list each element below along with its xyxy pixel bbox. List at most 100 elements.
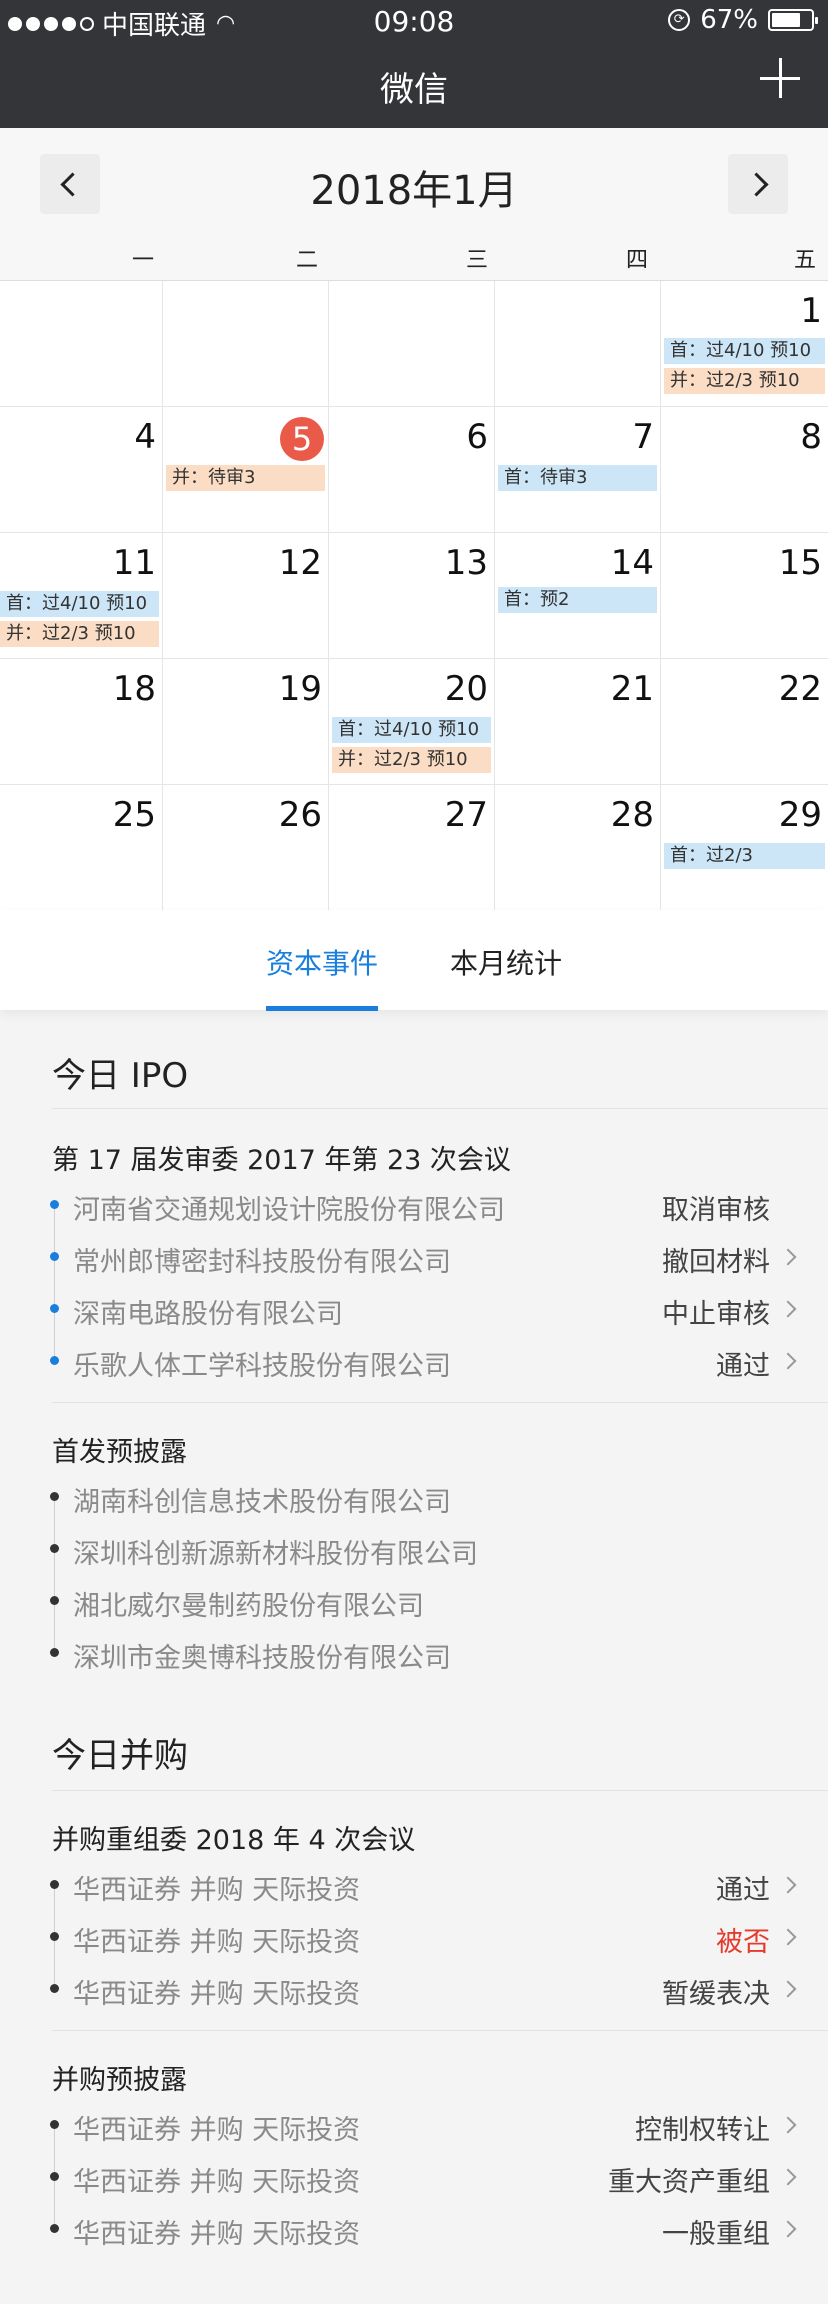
group-title-pre-disclosure: 首发预披露: [52, 1437, 187, 1468]
section-title-ipo: 今日 IPO: [52, 1056, 189, 1096]
event-tag: 首：过2/3: [664, 843, 825, 869]
list-item[interactable]: 湘北威尔曼制药股份有限公司: [0, 1576, 828, 1628]
list-item[interactable]: 华西证券 并购 天际投资 重大资产重组: [0, 2152, 828, 2204]
rotation-lock-icon: ⟳: [668, 9, 691, 31]
calendar-cell[interactable]: 12: [163, 533, 329, 659]
calendar-cell[interactable]: 25: [0, 785, 163, 911]
day-number: 4: [134, 417, 156, 457]
group-title-mna-pre-disclosure: 并购预披露: [52, 2065, 187, 2096]
today-badge: 5: [280, 417, 324, 461]
calendar-cell[interactable]: 20 首：过4/10 预10 并：过2/3 预10: [329, 659, 495, 785]
list-item[interactable]: 华西证券 并购 天际投资 被否: [0, 1912, 828, 1964]
deal-type: 一般重组: [662, 2219, 770, 2250]
calendar-cell[interactable]: 27: [329, 785, 495, 911]
nav-title: 微信: [380, 70, 448, 110]
calendar-cell[interactable]: 1 首：过4/10 预10 并：过2/3 预10: [661, 281, 828, 407]
review-status: 暂缓表决: [662, 1979, 770, 2010]
bullet-dot: [50, 2120, 59, 2129]
list-item[interactable]: 湖南科创信息技术股份有限公司: [0, 1472, 828, 1524]
list-item[interactable]: 深南电路股份有限公司 中止审核: [0, 1284, 828, 1336]
day-number: 26: [278, 795, 322, 835]
list-item[interactable]: 深圳科创新源新材料股份有限公司: [0, 1524, 828, 1576]
event-tag: 首：过4/10 预10: [332, 717, 491, 743]
deal-name: 华西证券 并购 天际投资: [73, 2219, 361, 2250]
list-item[interactable]: 河南省交通规划设计院股份有限公司 取消审核: [0, 1180, 828, 1232]
tab-monthly-stats[interactable]: 本月统计: [450, 942, 562, 982]
day-number: 11: [112, 543, 156, 583]
list-item[interactable]: 华西证券 并购 天际投资 一般重组: [0, 2204, 828, 2256]
list-item[interactable]: 深圳市金奥博科技股份有限公司: [0, 1628, 828, 1680]
list-item[interactable]: 常州郎博密封科技股份有限公司 撤回材料: [0, 1232, 828, 1284]
next-month-button[interactable]: [728, 154, 788, 214]
active-tab-indicator: [266, 1006, 378, 1011]
day-number: 22: [778, 669, 822, 709]
chevron-right-icon: [779, 2168, 797, 2186]
add-icon[interactable]: [760, 58, 800, 98]
calendar-cell[interactable]: 8: [661, 407, 828, 533]
event-tag: 首：过4/10 预10: [664, 338, 825, 364]
calendar-grid: 1 首：过4/10 预10 并：过2/3 预10 4 5 并：待审3 6 7 首…: [0, 280, 828, 911]
chevron-right-icon: [779, 2116, 797, 2134]
calendar-cell[interactable]: 13: [329, 533, 495, 659]
weekday-label: 五: [794, 248, 817, 273]
calendar-cell[interactable]: 4: [0, 407, 163, 533]
calendar-cell-empty: [0, 281, 163, 407]
event-tag: 首：待审3: [498, 465, 657, 491]
calendar-cell[interactable]: 26: [163, 785, 329, 911]
day-number: 12: [278, 543, 322, 583]
day-number: 27: [444, 795, 488, 835]
bullet-dot: [50, 1544, 59, 1553]
bullet-dot: [50, 2172, 59, 2181]
calendar-cell[interactable]: 15: [661, 533, 828, 659]
day-number: 14: [610, 543, 654, 583]
day-number: 28: [610, 795, 654, 835]
chevron-right-icon: [779, 1300, 797, 1318]
deal-name: 华西证券 并购 天际投资: [73, 2167, 361, 2198]
calendar-cell-empty: [495, 281, 661, 407]
bullet-dot: [50, 1252, 59, 1261]
bullet-dot: [50, 2224, 59, 2233]
day-number: 21: [610, 669, 654, 709]
list-item[interactable]: 华西证券 并购 天际投资 控制权转让: [0, 2100, 828, 2152]
chevron-right-icon: [779, 1980, 797, 1998]
chevron-right-icon: [779, 2220, 797, 2238]
divider: [52, 1790, 828, 1791]
day-number: 18: [112, 669, 156, 709]
list-item[interactable]: 乐歌人体工学科技股份有限公司 通过: [0, 1336, 828, 1388]
calendar-cell[interactable]: 14 首：预2: [495, 533, 661, 659]
weekday-row: 一 二 三 四 五: [0, 242, 828, 280]
calendar-cell[interactable]: 19: [163, 659, 329, 785]
calendar-cell[interactable]: 18: [0, 659, 163, 785]
calendar-cell[interactable]: 29 首：过2/3: [661, 785, 828, 911]
calendar-cell[interactable]: 21: [495, 659, 661, 785]
review-status: 通过: [716, 1875, 770, 1906]
event-tag: 首：预2: [498, 587, 657, 613]
tab-capital-events[interactable]: 资本事件: [266, 942, 378, 982]
deal-name: 华西证券 并购 天际投资: [73, 1875, 361, 1906]
calendar-cell[interactable]: 11 首：过4/10 预10 并：过2/3 预10: [0, 533, 163, 659]
chevron-right-icon: [779, 1928, 797, 1946]
review-status: 通过: [716, 1351, 770, 1382]
bullet-dot: [50, 1492, 59, 1501]
battery-icon: [768, 9, 818, 31]
calendar-cell[interactable]: 22: [661, 659, 828, 785]
deal-type: 控制权转让: [635, 2115, 770, 2146]
calendar-cell[interactable]: 28: [495, 785, 661, 911]
calendar-cell-empty: [329, 281, 495, 407]
deal-type: 重大资产重组: [608, 2167, 770, 2198]
list-item[interactable]: 华西证券 并购 天际投资 暂缓表决: [0, 1964, 828, 2016]
list-item[interactable]: 华西证券 并购 天际投资 通过: [0, 1860, 828, 1912]
day-number: 13: [444, 543, 488, 583]
weekday-label: 四: [626, 248, 649, 273]
company-name: 湖南科创信息技术股份有限公司: [73, 1487, 451, 1518]
calendar-cell[interactable]: 7 首：待审3: [495, 407, 661, 533]
group-title-meeting: 第 17 届发审委 2017 年第 23 次会议: [52, 1145, 511, 1176]
calendar-cell-today[interactable]: 5 并：待审3: [163, 407, 329, 533]
divider: [52, 1108, 828, 1109]
calendar-cell[interactable]: 6: [329, 407, 495, 533]
event-tag: 并：过2/3 预10: [0, 621, 159, 647]
chevron-right-icon: [779, 1352, 797, 1370]
event-tag: 并：待审3: [166, 465, 325, 491]
event-tag: 并：过2/3 预10: [332, 747, 491, 773]
day-number: 6: [466, 417, 488, 457]
